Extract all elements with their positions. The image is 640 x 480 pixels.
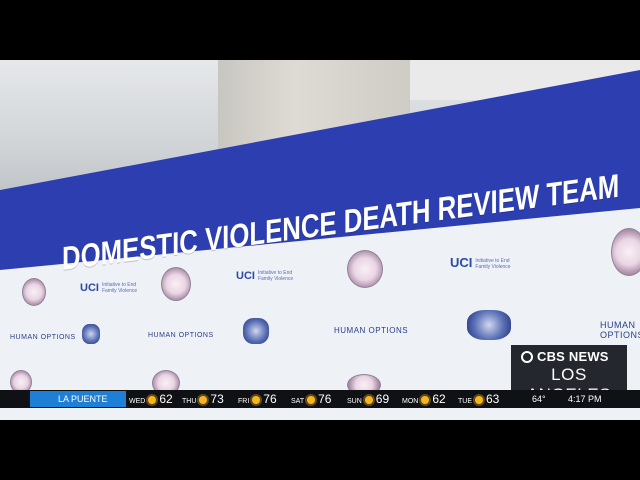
sun-icon: [252, 396, 261, 405]
uci-logo: UCI Initiative to End Family Violence: [236, 270, 294, 283]
uci-logo: UCI Initiative to End Family Violence: [80, 282, 138, 295]
sun-icon: [199, 396, 208, 405]
seal-logo: [22, 278, 46, 306]
forecast-day: TUE 63: [458, 392, 500, 406]
cbs-eye-icon: [521, 351, 533, 363]
police-badge: [243, 318, 269, 344]
current-time: 4:17 PM: [568, 394, 602, 404]
sun-icon: [475, 396, 483, 405]
sun-icon: [307, 396, 316, 405]
forecast-day: SAT 76: [291, 392, 332, 406]
police-badge: [467, 310, 511, 340]
station-brand: CBS NEWS: [537, 349, 609, 364]
human-options-logo: HUMAN OPTIONS: [600, 320, 640, 340]
sun-icon: [421, 396, 430, 405]
seal-logo: [611, 228, 640, 276]
sun-icon: [364, 396, 373, 405]
human-options-logo: HUMAN OPTIONS: [334, 326, 409, 335]
forecast-day: FRI 76: [238, 392, 277, 406]
uci-logo: UCI Initiative to End Family Violence: [450, 255, 511, 270]
human-options-logo: HUMAN OPTIONS: [10, 334, 76, 341]
current-temp: 64°: [532, 394, 546, 404]
sun-icon: [148, 396, 157, 405]
forecast-day: WED 62: [129, 392, 173, 406]
seal-logo: [161, 267, 191, 301]
forecast-day: SUN 69: [347, 392, 390, 406]
forecast-day: MON 62: [402, 392, 446, 406]
weather-ticker: LA PUENTE WED 62 THU 73 FRI 76 SAT 76 SUN 69 …: [0, 390, 640, 408]
seal-logo: [347, 250, 383, 288]
station-bug: CBS NEWS LOS ANGELES: [511, 345, 627, 404]
human-options-logo: HUMAN OPTIONS: [148, 332, 214, 339]
ticker-location: LA PUENTE: [30, 391, 126, 407]
police-badge: [82, 324, 100, 344]
forecast-day: THU 73: [182, 392, 224, 406]
